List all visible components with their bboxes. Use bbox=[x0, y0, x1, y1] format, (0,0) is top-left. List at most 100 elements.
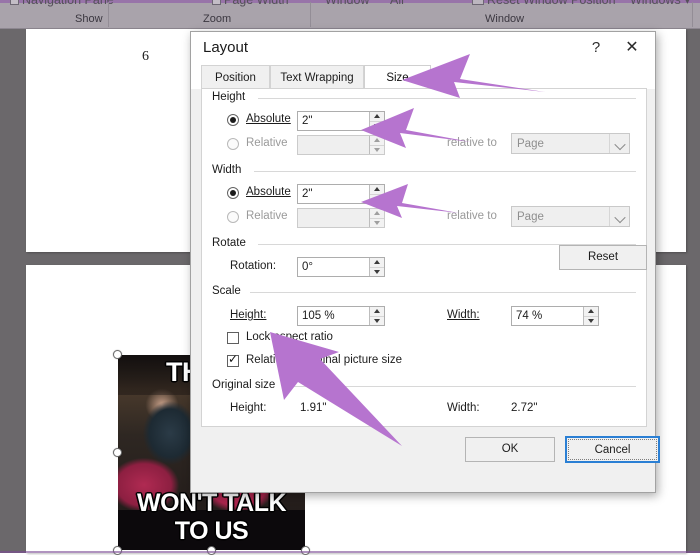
ribbon-divider bbox=[692, 2, 693, 27]
height-absolute-label-text: Absolute bbox=[246, 113, 291, 125]
width-absolute-spin-buttons[interactable] bbox=[369, 185, 384, 203]
width-relative-spinner[interactable] bbox=[297, 208, 385, 228]
height-relative-spinner[interactable] bbox=[297, 135, 385, 155]
width-relative-to-label: relative to bbox=[447, 210, 497, 222]
scale-height-spinner[interactable]: 105 % bbox=[297, 306, 385, 326]
page-width-icon bbox=[212, 0, 221, 5]
ribbon-divider bbox=[108, 2, 109, 27]
spin-up-icon[interactable] bbox=[370, 209, 384, 219]
page-width-button[interactable]: Page Width bbox=[212, 0, 289, 9]
lock-aspect-ratio-checkbox[interactable] bbox=[227, 332, 239, 344]
spin-up-icon[interactable] bbox=[584, 307, 598, 317]
rotate-group-legend: Rotate bbox=[212, 237, 252, 249]
rotation-label-text: Rotation: bbox=[230, 260, 276, 272]
ribbon-group-labels-row: Show Zoom Window bbox=[0, 9, 700, 29]
width-relative-value[interactable] bbox=[298, 209, 369, 227]
width-relative-to-dropdown[interactable]: Page bbox=[511, 206, 630, 227]
width-relative-label: Relative bbox=[246, 210, 288, 222]
width-group-legend: Width bbox=[212, 164, 247, 176]
dialog-tabstrip: Position Text Wrapping Size bbox=[191, 65, 655, 89]
help-icon[interactable]: ? bbox=[583, 36, 609, 60]
ok-button[interactable]: OK bbox=[465, 437, 555, 462]
spin-up-icon[interactable] bbox=[370, 307, 384, 317]
scale-height-spin-buttons[interactable] bbox=[369, 307, 384, 325]
spin-down-icon[interactable] bbox=[370, 122, 384, 131]
spin-down-icon[interactable] bbox=[370, 146, 384, 155]
original-size-group-legend: Original size bbox=[212, 379, 281, 391]
reset-window-position-button[interactable]: Reset Window Position bbox=[472, 0, 616, 9]
height-relative-radio[interactable] bbox=[227, 138, 239, 150]
rotation-spin-buttons[interactable] bbox=[369, 258, 384, 276]
height-relative-value[interactable] bbox=[298, 136, 369, 154]
height-group-rule bbox=[258, 98, 636, 99]
cancel-focus-ring bbox=[568, 439, 657, 460]
spin-down-icon[interactable] bbox=[370, 219, 384, 228]
document-page-number: 6 bbox=[142, 49, 149, 65]
scale-width-spinner[interactable]: 74 % bbox=[511, 306, 599, 326]
scale-width-label-text: Width: bbox=[447, 309, 480, 321]
spin-down-icon[interactable] bbox=[370, 268, 384, 277]
layout-dialog[interactable]: Layout ? ✕ Position Text Wrapping Size H… bbox=[190, 31, 656, 493]
original-width-value: 2.72" bbox=[511, 402, 537, 414]
relative-to-original-label-text: Relative to original picture size bbox=[246, 354, 402, 366]
scale-width-spin-buttons[interactable] bbox=[583, 307, 598, 325]
width-relative-spin-buttons[interactable] bbox=[369, 209, 384, 227]
tab-position[interactable]: Position bbox=[201, 65, 270, 89]
resize-handle-middle-left[interactable] bbox=[113, 448, 122, 457]
height-relative-to-label: relative to bbox=[447, 137, 497, 149]
spin-up-icon[interactable] bbox=[370, 112, 384, 122]
scale-height-label-text: Height: bbox=[230, 309, 266, 321]
scale-group-rule bbox=[250, 292, 636, 293]
dialog-title: Layout bbox=[203, 39, 248, 56]
windows-dropdown-button[interactable]: Windows ▾ bbox=[630, 0, 690, 9]
height-relative-label: Relative bbox=[246, 137, 288, 149]
dialog-titlebar[interactable]: Layout ? ✕ bbox=[191, 32, 655, 65]
ribbon-group-window-label: Window bbox=[485, 9, 524, 29]
scale-height-value[interactable]: 105 % bbox=[298, 307, 369, 325]
relative-to-original-label: Relative to original picture size bbox=[246, 354, 402, 366]
relative-to-original-checkbox[interactable] bbox=[227, 355, 239, 367]
scale-width-value[interactable]: 74 % bbox=[512, 307, 583, 325]
width-absolute-value[interactable]: 2" bbox=[298, 185, 369, 203]
height-absolute-value[interactable]: 2" bbox=[298, 112, 369, 130]
width-absolute-label-text: Absolute bbox=[246, 186, 291, 198]
tab-size[interactable]: Size bbox=[364, 65, 431, 89]
close-icon[interactable]: ✕ bbox=[619, 36, 645, 60]
ribbon-commands-row: Navigation Pane Page Width Window All Re… bbox=[0, 0, 700, 9]
resize-handle-top-left[interactable] bbox=[113, 350, 122, 359]
rotation-spinner[interactable]: 0° bbox=[297, 257, 385, 277]
height-absolute-spin-buttons[interactable] bbox=[369, 112, 384, 130]
spin-down-icon[interactable] bbox=[584, 317, 598, 326]
width-absolute-spinner[interactable]: 2" bbox=[297, 184, 385, 204]
width-relative-to-value: Page bbox=[512, 211, 609, 223]
original-height-value: 1.91" bbox=[300, 402, 326, 414]
reset-button[interactable]: Reset bbox=[559, 245, 647, 270]
height-group-legend: Height bbox=[212, 91, 251, 103]
reset-window-position-label: Reset Window Position bbox=[487, 0, 616, 7]
chevron-down-icon[interactable] bbox=[609, 134, 629, 153]
spin-up-icon[interactable] bbox=[370, 185, 384, 195]
spin-up-icon[interactable] bbox=[370, 136, 384, 146]
arrange-all-button[interactable]: All bbox=[390, 0, 404, 9]
chevron-down-icon[interactable] bbox=[609, 207, 629, 226]
cancel-button[interactable]: Cancel bbox=[565, 436, 660, 463]
height-absolute-label: Absolute bbox=[246, 113, 291, 125]
height-relative-to-dropdown[interactable]: Page bbox=[511, 133, 630, 154]
width-relative-radio[interactable] bbox=[227, 211, 239, 223]
spin-down-icon[interactable] bbox=[370, 195, 384, 204]
scale-group-legend: Scale bbox=[212, 285, 247, 297]
width-absolute-radio[interactable] bbox=[227, 187, 239, 199]
rotation-value[interactable]: 0° bbox=[298, 258, 369, 276]
new-window-button[interactable]: Window bbox=[325, 0, 369, 9]
original-width-label: Width: bbox=[447, 402, 480, 414]
navigation-pane-checkbox[interactable]: Navigation Pane bbox=[10, 0, 114, 9]
spin-down-icon[interactable] bbox=[370, 317, 384, 326]
height-absolute-radio[interactable] bbox=[227, 114, 239, 126]
height-relative-spin-buttons[interactable] bbox=[369, 136, 384, 154]
rotation-label: Rotation: bbox=[230, 260, 276, 272]
page-width-label: Page Width bbox=[224, 0, 289, 7]
tab-text-wrapping[interactable]: Text Wrapping bbox=[270, 65, 364, 89]
navigation-pane-label: Navigation Pane bbox=[22, 0, 114, 7]
spin-up-icon[interactable] bbox=[370, 258, 384, 268]
height-absolute-spinner[interactable]: 2" bbox=[297, 111, 385, 131]
